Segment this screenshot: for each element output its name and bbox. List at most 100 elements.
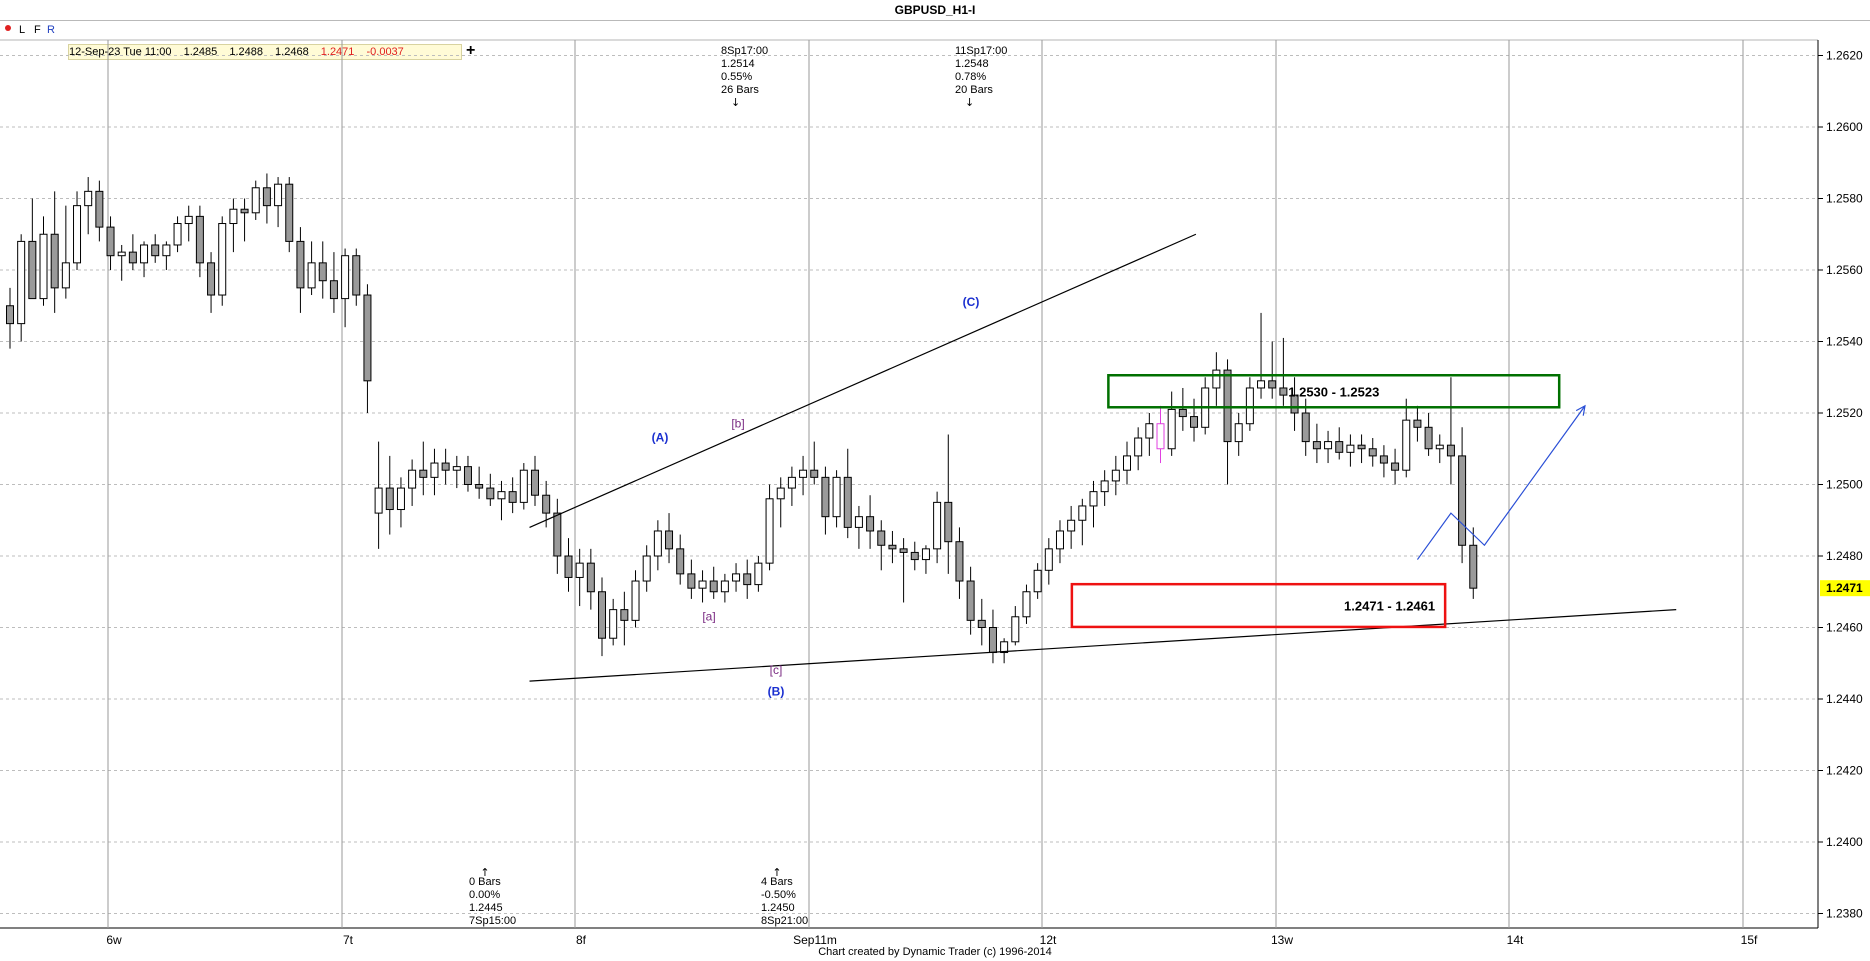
chart-window: GBPUSD_H1-I L F R 12-Sep-23 Tue 11:00 1.…	[0, 0, 1870, 961]
candle-body	[73, 205, 82, 264]
candle-body	[743, 573, 752, 586]
candle-body	[1335, 441, 1344, 453]
pivot-arrow: ↓	[965, 96, 974, 109]
x-tick-label: 8f	[576, 933, 587, 947]
pivot-annotation-line: 1.2514	[721, 58, 755, 70]
candle-body	[776, 487, 785, 500]
pivot-annotation-line: 8Sp21:00	[761, 915, 808, 927]
y-tick-label: 1.2500	[1826, 478, 1863, 492]
x-tick-label: 14t	[1507, 933, 1524, 947]
candle-body	[329, 280, 338, 300]
candle-body	[1178, 408, 1187, 418]
candle-body	[463, 466, 472, 485]
candle-body	[1044, 548, 1053, 571]
candle-body	[676, 548, 685, 575]
candle-body	[84, 190, 93, 207]
candle-body	[1067, 519, 1076, 532]
pivot-annotation-line: 0 Bars	[469, 876, 501, 888]
candle-body	[1312, 441, 1321, 450]
candle-body	[832, 476, 841, 518]
candle-body	[698, 580, 707, 589]
x-tick-label: 12t	[1040, 933, 1057, 947]
candle-body	[899, 548, 908, 553]
candle-body	[262, 187, 271, 207]
candle-body	[1424, 426, 1433, 450]
candle-body	[1413, 419, 1422, 428]
candle-body	[720, 580, 729, 593]
wave-label: (A)	[652, 431, 669, 445]
candle-body	[1368, 448, 1377, 457]
candle-body	[1156, 423, 1165, 450]
candle-body	[61, 262, 70, 289]
y-tick-label: 1.2480	[1826, 549, 1863, 563]
candle-body	[6, 305, 14, 325]
candle-body	[821, 476, 830, 518]
y-tick-label: 1.2440	[1826, 692, 1863, 706]
candle-body	[631, 580, 640, 621]
candle-body	[1435, 444, 1444, 450]
pivot-annotation-line: 11Sp17:00	[955, 45, 1007, 57]
candle-body	[229, 208, 238, 225]
candle-body	[363, 294, 372, 382]
y-tick-label: 1.2380	[1826, 907, 1863, 921]
candle-body	[933, 501, 942, 550]
current-price-label: 1.2471	[1826, 581, 1863, 595]
pivot-annotation-line: 1.2450	[761, 902, 795, 914]
pivot-annotation-line: 1.2548	[955, 58, 989, 70]
candle-body	[1100, 480, 1109, 493]
wave-label: [b]	[731, 416, 744, 430]
candle-body	[754, 562, 763, 586]
y-tick-label: 1.2600	[1826, 120, 1863, 134]
wave-label: [a]	[702, 609, 715, 623]
chart-credit: Chart created by Dynamic Trader (c) 1996…	[818, 946, 1052, 958]
candle-body	[240, 208, 249, 214]
pivot-annotation-line: 8Sp17:00	[721, 45, 768, 57]
candle-body	[977, 619, 986, 628]
candle-body	[1022, 591, 1031, 618]
candle-body	[1234, 423, 1243, 443]
candle-body	[1111, 469, 1120, 482]
x-tick-label: 6w	[106, 933, 122, 947]
candle-body	[307, 262, 316, 289]
candle-body	[1123, 455, 1131, 471]
candle-body	[497, 491, 506, 500]
x-tick-label: 15f	[1741, 933, 1758, 947]
candle-body	[955, 541, 964, 582]
candle-body	[519, 469, 528, 503]
pivot-annotation-line: 1.2445	[469, 902, 503, 914]
candle-body	[1134, 437, 1143, 457]
candle-body	[642, 555, 651, 582]
pivot-annotation-line: 20 Bars	[955, 84, 993, 96]
candle-body	[1033, 569, 1042, 593]
candle-body	[251, 187, 260, 214]
candle-body	[732, 573, 741, 582]
candle-body	[988, 627, 997, 654]
candle-body	[128, 251, 137, 264]
candle-body	[575, 562, 584, 578]
price-chart[interactable]: 1.2380 1.2400 1.2420 1.2440 1.2460 1.2480 1.25…	[0, 0, 1870, 961]
candle-body	[921, 548, 930, 561]
candle-body	[475, 484, 484, 489]
candle-body	[1245, 387, 1254, 425]
candle-body	[687, 573, 696, 589]
candle-body	[530, 469, 539, 496]
candle-body	[408, 469, 417, 489]
pivot-annotation-line: 7Sp15:00	[469, 915, 516, 927]
x-tick-label: 13w	[1271, 933, 1293, 947]
candle-body	[542, 494, 551, 514]
candle-body	[173, 223, 182, 246]
candle-body	[620, 609, 629, 621]
candle-body	[1279, 387, 1288, 396]
candle-body	[95, 190, 104, 228]
pivot-annotation-line: 0.55%	[721, 71, 752, 83]
candle-body	[162, 244, 171, 257]
candle-body	[285, 183, 294, 242]
candle-body	[17, 240, 26, 325]
candle-body	[598, 591, 607, 639]
candle-body	[787, 476, 796, 489]
candle-body	[1055, 530, 1064, 550]
candle-body	[1167, 408, 1176, 450]
candle-body	[810, 469, 819, 478]
candle-body	[274, 183, 283, 207]
x-tick-label: 7t	[343, 933, 354, 947]
